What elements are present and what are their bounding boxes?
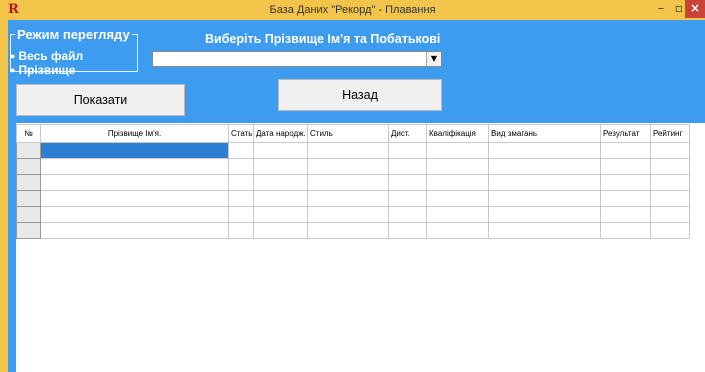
col-header-result[interactable]: Результат: [600, 124, 651, 143]
table-cell[interactable]: [307, 206, 389, 223]
table-cell[interactable]: [388, 174, 427, 191]
table-row[interactable]: [16, 222, 690, 239]
radio-whole-file[interactable]: ● Весь файл: [10, 49, 83, 63]
table-cell[interactable]: [228, 174, 254, 191]
table-cell[interactable]: [228, 222, 254, 239]
table-cell[interactable]: [253, 174, 308, 191]
chevron-down-icon[interactable]: ▼: [426, 52, 441, 66]
col-header-competition[interactable]: Вид змагань: [488, 124, 601, 143]
table-cell[interactable]: [600, 222, 651, 239]
table-cell[interactable]: [600, 190, 651, 207]
col-header-name[interactable]: Прізвище Ім'я.: [40, 124, 229, 143]
table-header-row: № Прізвище Ім'я. Стать Дата народж. Стил…: [16, 124, 690, 143]
window-frame: [0, 20, 8, 372]
table-cell[interactable]: [228, 142, 254, 159]
table-cell[interactable]: [40, 190, 229, 207]
table-row[interactable]: [16, 142, 690, 159]
row-indicator-cell[interactable]: [16, 158, 41, 175]
table-cell[interactable]: [426, 174, 489, 191]
row-indicator-cell[interactable]: [16, 190, 41, 207]
table-row[interactable]: [16, 174, 690, 191]
radio-dot-icon: ●: [10, 65, 16, 75]
radio-whole-file-label: Весь файл: [18, 49, 84, 63]
row-indicator-cell[interactable]: [16, 222, 41, 239]
col-header-distance[interactable]: Дист.: [388, 124, 427, 143]
title-bar: R База Даних "Рекорд" - Плавання – ▫ ×: [0, 0, 705, 20]
table-cell[interactable]: [426, 158, 489, 175]
table-cell[interactable]: [426, 222, 489, 239]
table-cell[interactable]: [253, 142, 308, 159]
table-cell[interactable]: [228, 206, 254, 223]
table-cell[interactable]: [253, 222, 308, 239]
col-header-sex[interactable]: Стать: [228, 124, 254, 143]
table-cell[interactable]: [426, 190, 489, 207]
col-header-number[interactable]: №: [16, 124, 41, 143]
table-cell[interactable]: [253, 190, 308, 207]
table-cell[interactable]: [426, 142, 489, 159]
table-cell[interactable]: [40, 222, 229, 239]
col-header-style[interactable]: Стиль: [307, 124, 389, 143]
table-row[interactable]: [16, 206, 690, 223]
side-strip: [8, 123, 16, 372]
table-cell[interactable]: [307, 142, 389, 159]
row-indicator-cell[interactable]: [16, 174, 41, 191]
window-title: База Даних "Рекорд" - Плавання: [269, 4, 436, 16]
col-header-rating[interactable]: Рейтинг: [650, 124, 690, 143]
col-header-qualification[interactable]: Кваліфікація: [426, 124, 489, 143]
table-cell[interactable]: [307, 222, 389, 239]
col-header-birthdate[interactable]: Дата народж.: [253, 124, 308, 143]
table-cell[interactable]: [228, 190, 254, 207]
table-cell[interactable]: [40, 174, 229, 191]
table-cell[interactable]: [40, 206, 229, 223]
name-combobox[interactable]: ▼: [152, 51, 442, 67]
radio-surname[interactable]: ● Прізвище: [10, 63, 75, 77]
table-cell[interactable]: [488, 222, 601, 239]
show-button[interactable]: Показати: [16, 84, 185, 116]
radio-surname-label: Прізвище: [18, 63, 76, 77]
table-cell[interactable]: [650, 158, 690, 175]
close-button[interactable]: ×: [685, 0, 705, 18]
table-cell[interactable]: [253, 206, 308, 223]
table-cell[interactable]: [650, 190, 690, 207]
row-indicator-cell[interactable]: [16, 206, 41, 223]
table-cell[interactable]: [600, 174, 651, 191]
table-cell[interactable]: [388, 222, 427, 239]
back-button[interactable]: Назад: [278, 79, 442, 111]
table-cell[interactable]: [650, 206, 690, 223]
select-name-caption: Виберіть Прізвище Ім'я та Побатькові: [205, 32, 441, 46]
view-mode-legend: Режим перегляду: [17, 27, 130, 42]
table-cell[interactable]: [426, 206, 489, 223]
table-cell[interactable]: [600, 206, 651, 223]
table-cell[interactable]: [488, 174, 601, 191]
table-cell[interactable]: [600, 158, 651, 175]
results-table[interactable]: № Прізвище Ім'я. Стать Дата народж. Стил…: [16, 124, 690, 239]
table-cell[interactable]: [307, 158, 389, 175]
table-cell[interactable]: [650, 222, 690, 239]
table-cell[interactable]: [650, 142, 690, 159]
table-cell[interactable]: [488, 142, 601, 159]
table-cell[interactable]: [388, 206, 427, 223]
table-cell[interactable]: [488, 206, 601, 223]
table-row[interactable]: [16, 158, 690, 175]
table-cell[interactable]: [488, 190, 601, 207]
table-cell[interactable]: [388, 142, 427, 159]
table-row[interactable]: [16, 190, 690, 207]
table-cell[interactable]: [40, 142, 229, 159]
table-cell[interactable]: [388, 190, 427, 207]
table-cell[interactable]: [40, 158, 229, 175]
table-cell[interactable]: [307, 190, 389, 207]
row-indicator-cell[interactable]: [16, 142, 41, 159]
table-cell[interactable]: [488, 158, 601, 175]
table-cell[interactable]: [307, 174, 389, 191]
table-cell[interactable]: [600, 142, 651, 159]
table-cell[interactable]: [228, 158, 254, 175]
table-cell[interactable]: [253, 158, 308, 175]
radio-dot-icon: ●: [10, 51, 16, 61]
table-cell[interactable]: [388, 158, 427, 175]
table-cell[interactable]: [650, 174, 690, 191]
